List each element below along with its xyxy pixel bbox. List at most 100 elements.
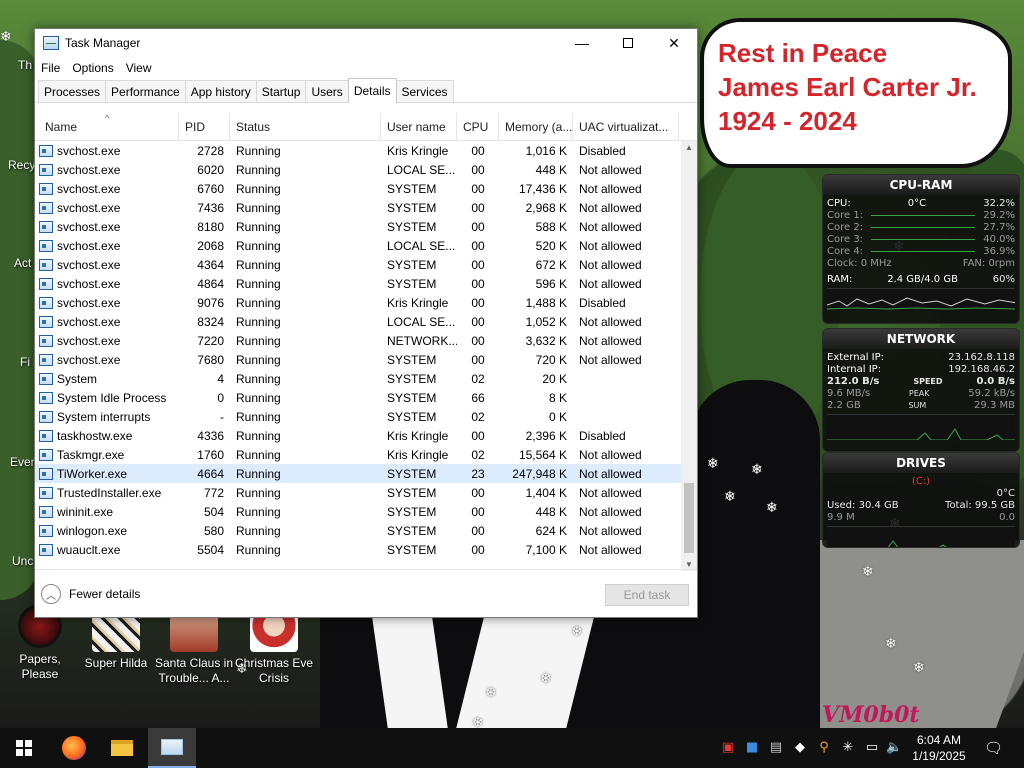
process-name: svchost.exe bbox=[35, 144, 179, 158]
cpu-ram-widget[interactable]: CPU-RAM CPU: 0°C 32.2% Core 1: 29.2% Core… bbox=[822, 174, 1020, 324]
desktop-icon-label-clipped[interactable]: Th bbox=[18, 58, 32, 72]
process-cpu: 00 bbox=[471, 428, 485, 443]
tray-app-icon[interactable]: ■ bbox=[744, 740, 760, 756]
table-row[interactable]: TrustedInstaller.exe 772 Running SYSTEM 00 1,… bbox=[35, 483, 681, 502]
tab-users[interactable]: Users bbox=[305, 80, 349, 102]
process-icon bbox=[39, 315, 53, 328]
core-usage: 27.7% bbox=[983, 222, 1015, 233]
end-task-button[interactable]: End task bbox=[605, 584, 689, 606]
tray-app-icon[interactable]: ▣ bbox=[720, 740, 736, 756]
process-memory: 1,488 K bbox=[525, 295, 567, 310]
fewer-details-button[interactable]: ︿ Fewer details bbox=[41, 584, 140, 604]
process-icon bbox=[39, 201, 53, 214]
tab-details[interactable]: Details bbox=[347, 78, 397, 103]
table-row[interactable]: svchost.exe 7680 Running SYSTEM 00 720 K Not a… bbox=[35, 350, 681, 369]
process-name-text: winlogon.exe bbox=[57, 523, 128, 538]
minimize-button[interactable]: — bbox=[559, 29, 605, 57]
taskbar-task-manager[interactable] bbox=[148, 728, 196, 768]
table-header: ^ Name PID Status User name CPU Memory (… bbox=[35, 113, 697, 141]
column-header-cpu[interactable]: CPU bbox=[457, 113, 499, 141]
tab-startup[interactable]: Startup bbox=[255, 80, 307, 102]
table-row[interactable]: svchost.exe 4864 Running SYSTEM 00 596 K Not a… bbox=[35, 274, 681, 293]
network-history-line bbox=[827, 428, 1015, 440]
drive-usage-row: Used: 30.4 GB Total: 99.5 GB bbox=[823, 500, 1019, 512]
menu-view[interactable]: View bbox=[120, 61, 158, 75]
process-user: SYSTEM bbox=[387, 466, 437, 481]
tray-snowflake-icon[interactable]: ✳ bbox=[840, 740, 856, 756]
process-pid: 772 bbox=[203, 485, 224, 500]
minimize-icon: — bbox=[575, 35, 589, 51]
table-row[interactable]: System 4 Running SYSTEM 02 20 K bbox=[35, 369, 681, 388]
process-name-text: System bbox=[57, 371, 98, 386]
desktop-icon-label-clipped[interactable]: Ever bbox=[10, 455, 35, 469]
desktop-icon-label-clipped[interactable]: Recy bbox=[8, 158, 35, 172]
column-header-user-name[interactable]: User name bbox=[381, 113, 457, 141]
process-memory: 1,404 K bbox=[525, 485, 567, 500]
table-row[interactable]: wininit.exe 504 Running SYSTEM 00 448 K Not al… bbox=[35, 502, 681, 521]
start-button[interactable] bbox=[0, 728, 48, 768]
external-ip-row: External IP: 23.162.8.118 bbox=[823, 352, 1019, 364]
tab-performance[interactable]: Performance bbox=[105, 80, 186, 102]
table-row[interactable]: taskhostw.exe 4336 Running Kris Kringle 00 2,… bbox=[35, 426, 681, 445]
action-center-icon[interactable]: 🗨 bbox=[984, 740, 1003, 756]
drive-history-graph bbox=[827, 526, 1015, 547]
close-button[interactable]: ✕ bbox=[651, 29, 697, 57]
core-bar bbox=[871, 215, 976, 216]
process-name: svchost.exe bbox=[35, 182, 179, 196]
tray-app-icon[interactable]: ▤ bbox=[768, 740, 784, 756]
ram-used: 2.4 GB/4.0 GB bbox=[887, 274, 958, 285]
process-memory: 20 K bbox=[542, 371, 567, 386]
tray-search-icon[interactable]: ⚲ bbox=[816, 740, 832, 756]
table-row[interactable]: svchost.exe 6020 Running LOCAL SE... 00 448 K… bbox=[35, 160, 681, 179]
table-row[interactable]: svchost.exe 9076 Running Kris Kringle 00 1,48… bbox=[35, 293, 681, 312]
table-row[interactable]: svchost.exe 8324 Running LOCAL SE... 00 1,052… bbox=[35, 312, 681, 331]
desktop-icon-label-clipped[interactable]: Act bbox=[14, 256, 31, 270]
column-header-status[interactable]: Status bbox=[230, 113, 381, 141]
table-row[interactable]: svchost.exe 6760 Running SYSTEM 00 17,436 K No… bbox=[35, 179, 681, 198]
scrollbar-thumb[interactable] bbox=[684, 483, 694, 553]
table-row[interactable]: svchost.exe 7436 Running SYSTEM 00 2,968 K Not… bbox=[35, 198, 681, 217]
core-usage: 29.2% bbox=[983, 210, 1015, 221]
taskbar-firefox[interactable] bbox=[50, 728, 98, 768]
maximize-button[interactable] bbox=[605, 29, 651, 57]
system-clock[interactable]: 6:04 AM 1/19/2025 bbox=[906, 732, 972, 764]
network-widget[interactable]: NETWORK External IP: 23.162.8.118 Intern… bbox=[822, 328, 1020, 452]
process-cpu: 00 bbox=[471, 257, 485, 272]
table-row[interactable]: System Idle Process 0 Running SYSTEM 66 8 K bbox=[35, 388, 681, 407]
table-row[interactable]: svchost.exe 4364 Running SYSTEM 00 672 K Not a… bbox=[35, 255, 681, 274]
tab-services[interactable]: Services bbox=[395, 80, 454, 102]
menu-options[interactable]: Options bbox=[66, 61, 119, 75]
process-pid: 6760 bbox=[197, 181, 224, 196]
volume-icon[interactable]: 🔈 bbox=[886, 740, 902, 756]
process-status: Running bbox=[236, 504, 281, 519]
taskbar-file-explorer[interactable] bbox=[98, 728, 146, 768]
network-icon[interactable]: ▭ bbox=[864, 740, 880, 756]
title-bar[interactable]: Task Manager — ✕ bbox=[35, 29, 697, 57]
scroll-up-icon[interactable]: ▲ bbox=[681, 143, 697, 152]
vertical-scrollbar[interactable]: ▲ ▼ bbox=[681, 141, 697, 571]
tab-processes[interactable]: Processes bbox=[38, 80, 107, 102]
desktop-icon-label-clipped[interactable]: Unc bbox=[12, 554, 33, 568]
process-name: svchost.exe bbox=[35, 201, 179, 215]
process-memory: 448 K bbox=[535, 162, 567, 177]
column-header-memory[interactable]: Memory (a... bbox=[499, 113, 573, 141]
tab-app-history[interactable]: App history bbox=[184, 80, 257, 102]
table-row[interactable]: System interrupts - Running SYSTEM 02 0 K bbox=[35, 407, 681, 426]
table-row[interactable]: svchost.exe 2068 Running LOCAL SE... 00 520 K… bbox=[35, 236, 681, 255]
table-row[interactable]: Taskmgr.exe 1760 Running Kris Kringle 02 15,5… bbox=[35, 445, 681, 464]
table-row[interactable]: wuauclt.exe 5504 Running SYSTEM 00 7,100 K Not… bbox=[35, 540, 681, 559]
table-row[interactable]: svchost.exe 8180 Running SYSTEM 00 588 K Not a… bbox=[35, 217, 681, 236]
desktop-icon-label-clipped[interactable]: Fi bbox=[20, 355, 30, 369]
table-row[interactable]: winlogon.exe 580 Running SYSTEM 00 624 K Not a… bbox=[35, 521, 681, 540]
tray-droplet-icon[interactable]: ◆ bbox=[792, 740, 808, 756]
core-usage: 40.0% bbox=[983, 234, 1015, 245]
scroll-down-icon[interactable]: ▼ bbox=[681, 560, 697, 569]
process-pid: 4336 bbox=[197, 428, 224, 443]
column-header-uac-virtualization[interactable]: UAC virtualizat... bbox=[573, 113, 679, 141]
menu-file[interactable]: File bbox=[35, 61, 66, 75]
table-row[interactable]: svchost.exe 7220 Running NETWORK... 00 3,632 … bbox=[35, 331, 681, 350]
column-header-pid[interactable]: PID bbox=[179, 113, 230, 141]
table-row[interactable]: svchost.exe 2728 Running Kris Kringle 00 1,01… bbox=[35, 141, 681, 160]
table-row[interactable]: TiWorker.exe 4664 Running SYSTEM 23 247,948 K… bbox=[35, 464, 681, 483]
drives-widget[interactable]: DRIVES (C:) 0°C Used: 30.4 GB Total: 99.… bbox=[822, 452, 1020, 548]
